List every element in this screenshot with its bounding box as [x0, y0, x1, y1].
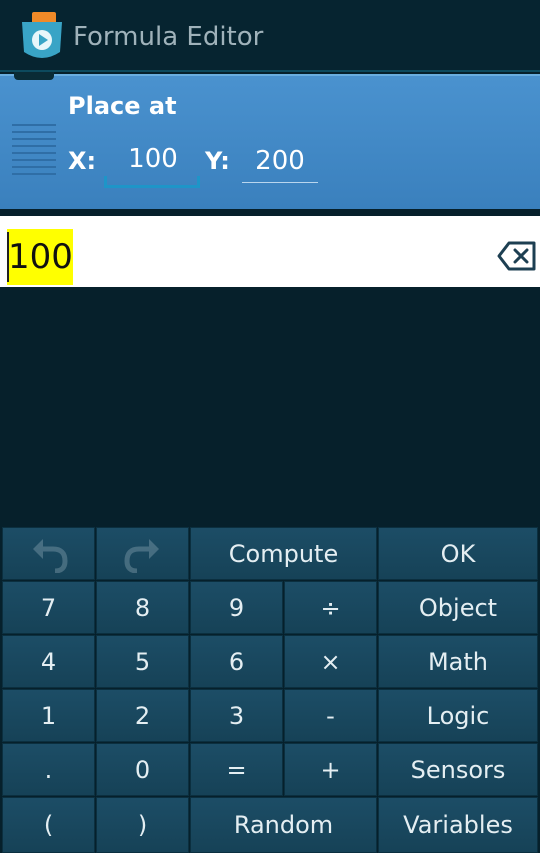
- logic-button[interactable]: Logic: [378, 689, 538, 742]
- object-button[interactable]: Object: [378, 581, 538, 634]
- key-left-paren[interactable]: (: [2, 797, 95, 853]
- key-minus[interactable]: -: [284, 689, 377, 742]
- math-button[interactable]: Math: [378, 635, 538, 688]
- key-2[interactable]: 2: [96, 689, 189, 742]
- pocket-code-app-icon[interactable]: [20, 12, 64, 60]
- app-title: Formula Editor: [73, 22, 264, 52]
- undo-icon: [32, 538, 68, 573]
- key-7[interactable]: 7: [2, 581, 95, 634]
- compute-button[interactable]: Compute: [190, 527, 377, 580]
- x-field-selection-indicator: [104, 176, 200, 188]
- redo-button[interactable]: [96, 527, 189, 580]
- key-8[interactable]: 8: [96, 581, 189, 634]
- key-5[interactable]: 5: [96, 635, 189, 688]
- redo-icon: [123, 538, 159, 573]
- key-multiply[interactable]: ×: [284, 635, 377, 688]
- formula-input[interactable]: [0, 216, 540, 287]
- brick-notch-top: [14, 72, 54, 80]
- key-dot[interactable]: .: [2, 743, 95, 796]
- key-plus[interactable]: +: [284, 743, 377, 796]
- y-value-field[interactable]: 200: [242, 142, 318, 183]
- sensors-button[interactable]: Sensors: [378, 743, 538, 796]
- backspace-icon[interactable]: [497, 240, 537, 272]
- key-4[interactable]: 4: [2, 635, 95, 688]
- y-label: Y:: [205, 147, 230, 175]
- action-bar: Formula Editor: [0, 0, 540, 72]
- key-9[interactable]: 9: [190, 581, 283, 634]
- key-3[interactable]: 3: [190, 689, 283, 742]
- formula-keyboard: Compute OK 7 8 9 ÷ Object 4 5 6 × Math 1…: [0, 526, 540, 853]
- key-equals[interactable]: =: [190, 743, 283, 796]
- random-button[interactable]: Random: [190, 797, 377, 853]
- key-0[interactable]: 0: [96, 743, 189, 796]
- x-label: X:: [68, 147, 97, 175]
- formula-text[interactable]: 100: [7, 229, 73, 285]
- undo-button[interactable]: [2, 527, 95, 580]
- brick-title: Place at: [68, 92, 177, 120]
- drag-handle-icon[interactable]: [12, 124, 56, 180]
- text-cursor: [7, 232, 9, 282]
- divider: [0, 209, 540, 216]
- variables-button[interactable]: Variables: [378, 797, 538, 853]
- key-1[interactable]: 1: [2, 689, 95, 742]
- key-divide[interactable]: ÷: [284, 581, 377, 634]
- ok-button[interactable]: OK: [378, 527, 538, 580]
- key-6[interactable]: 6: [190, 635, 283, 688]
- key-right-paren[interactable]: ): [96, 797, 189, 853]
